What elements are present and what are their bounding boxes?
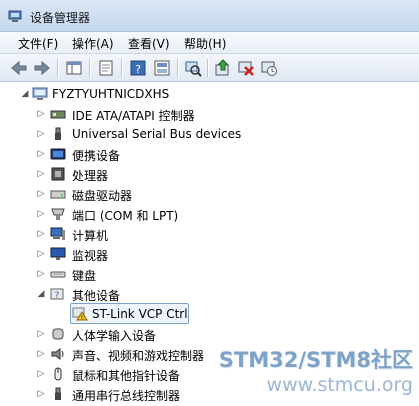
tree-item-label: Universal Serial Bus devices	[72, 127, 242, 141]
tree-item-label: 键盘	[72, 269, 97, 283]
tree-root[interactable]: ◢ FYZTYUHTNICDXHS	[0, 84, 419, 104]
tree-item-usb-devices[interactable]: ▷ Universal Serial Bus devices	[0, 124, 419, 144]
hid-icon	[52, 328, 64, 340]
expand-arrow-icon[interactable]: ▷	[36, 229, 46, 239]
tree-item-disk[interactable]: ▷ 磁盘驱动器	[0, 184, 419, 204]
menu-help[interactable]: 帮助(H)	[182, 35, 228, 52]
tree-item-label: 鼠标和其他指针设备	[72, 369, 181, 383]
svg-text:?: ?	[135, 63, 141, 76]
show-hide-console-tree-icon[interactable]	[64, 58, 84, 78]
tree-item-ports[interactable]: ▷ 端口 (COM 和 LPT)	[0, 204, 419, 224]
expand-arrow-icon[interactable]: ▷	[36, 389, 46, 399]
tree-item-computer[interactable]: ▷ 计算机	[0, 224, 419, 244]
menu-bar: 文件(F) 操作(A) 查看(V) 帮助(H)	[0, 32, 419, 54]
expand-arrow-icon[interactable]: ▷	[36, 129, 46, 139]
menu-file[interactable]: 文件(F)	[16, 35, 60, 52]
monitor-icon	[50, 247, 66, 260]
tree-item-other-devices[interactable]: ◢ ? 其他设备	[0, 284, 419, 304]
watermark-title: STM32/STM8社区	[218, 348, 413, 372]
collapse-arrow-icon[interactable]: ◢	[20, 89, 30, 99]
expand-arrow-icon[interactable]: ▷	[36, 369, 46, 379]
tree-item-processor[interactable]: ▷ 处理器	[0, 164, 419, 184]
tree-item-label: 其他设备	[72, 289, 121, 303]
device-manager-window: 设备管理器 文件(F) 操作(A) 查看(V) 帮助(H) ? ◢ FYZTYU…	[0, 0, 419, 406]
update-driver-icon[interactable]	[213, 58, 233, 78]
keyboard-icon	[50, 271, 66, 278]
ide-controller-icon	[50, 110, 66, 119]
expand-arrow-icon[interactable]: ▷	[36, 149, 46, 159]
expand-arrow-icon[interactable]: ▷	[36, 169, 46, 179]
tree-item-label: 人体学输入设备	[72, 329, 157, 343]
toolbar-separator	[57, 59, 58, 77]
tree-item-label: 计算机	[72, 229, 109, 243]
expand-arrow-icon[interactable]: ▷	[36, 249, 46, 259]
help-icon[interactable]: ?	[128, 58, 148, 78]
processor-icon	[51, 167, 65, 181]
warning-device-icon: !	[72, 307, 88, 321]
other-devices-icon: ?	[50, 288, 64, 301]
port-icon	[51, 208, 65, 220]
view-icon[interactable]	[152, 58, 172, 78]
toolbar: ?	[0, 54, 419, 82]
tree-item-label: 处理器	[72, 169, 109, 183]
expand-arrow-icon[interactable]: ▷	[36, 109, 46, 119]
toolbar-separator	[89, 59, 90, 77]
expand-arrow-icon[interactable]: ▷	[36, 329, 46, 339]
forward-icon[interactable]	[32, 58, 52, 78]
properties-icon[interactable]	[96, 58, 116, 78]
toolbar-separator	[177, 59, 178, 77]
tree-item-label: 便携设备	[72, 149, 121, 163]
device-manager-icon	[8, 10, 22, 22]
tree-item-label: IDE ATA/ATAPI 控制器	[72, 109, 195, 123]
toolbar-separator	[121, 59, 122, 77]
tree-item-label: 声音、视频和游戏控制器	[72, 349, 205, 363]
back-icon[interactable]	[9, 58, 29, 78]
expand-arrow-icon[interactable]: ▷	[36, 189, 46, 199]
expand-arrow-icon[interactable]: ▷	[36, 269, 46, 279]
mouse-icon	[54, 367, 62, 381]
tree-item-keyboard[interactable]: ▷ 键盘	[0, 264, 419, 284]
disable-icon[interactable]	[259, 58, 279, 78]
window-title: 设备管理器	[30, 11, 91, 25]
watermark-url: www.stmcu.org	[266, 374, 413, 396]
tree-item-label: 磁盘驱动器	[72, 189, 133, 203]
title-bar: 设备管理器	[0, 0, 419, 32]
scan-hardware-icon[interactable]	[183, 58, 203, 78]
tree-item-label: 通用串行总线控制器	[72, 389, 181, 403]
tree-item-ide[interactable]: ▷ IDE ATA/ATAPI 控制器	[0, 104, 419, 124]
usb-icon	[55, 127, 61, 140]
tree-child-label: ST-Link VCP Ctrl	[92, 307, 188, 321]
tree-item-label: 监视器	[72, 249, 109, 263]
computer-icon	[50, 227, 65, 240]
toolbar-separator	[207, 59, 208, 77]
computer-root-icon	[32, 87, 48, 100]
svg-text:?: ?	[55, 291, 60, 301]
uninstall-icon[interactable]	[236, 58, 256, 78]
expand-arrow-icon[interactable]: ▷	[36, 349, 46, 359]
portable-device-icon	[50, 148, 66, 160]
svg-text:!: !	[81, 315, 83, 322]
menu-view[interactable]: 查看(V)	[126, 35, 172, 52]
collapse-arrow-icon[interactable]: ◢	[36, 289, 46, 299]
tree-item-label: 端口 (COM 和 LPT)	[72, 209, 179, 223]
tree-item-st-link[interactable]: ! ST-Link VCP Ctrl	[0, 304, 419, 324]
watermark: STM32/STM8社区 www.stmcu.org	[193, 344, 413, 400]
sound-icon	[51, 348, 64, 360]
disk-drive-icon	[50, 190, 66, 199]
tree-item-hid[interactable]: ▷ 人体学输入设备	[0, 324, 419, 344]
root-label: FYZTYUHTNICDXHS	[52, 87, 170, 101]
tree-item-monitor[interactable]: ▷ 监视器	[0, 244, 419, 264]
tree-item-portable[interactable]: ▷ 便携设备	[0, 144, 419, 164]
expand-arrow-icon[interactable]: ▷	[36, 209, 46, 219]
usb-controller-icon	[55, 387, 61, 400]
menu-action[interactable]: 操作(A)	[70, 35, 116, 52]
